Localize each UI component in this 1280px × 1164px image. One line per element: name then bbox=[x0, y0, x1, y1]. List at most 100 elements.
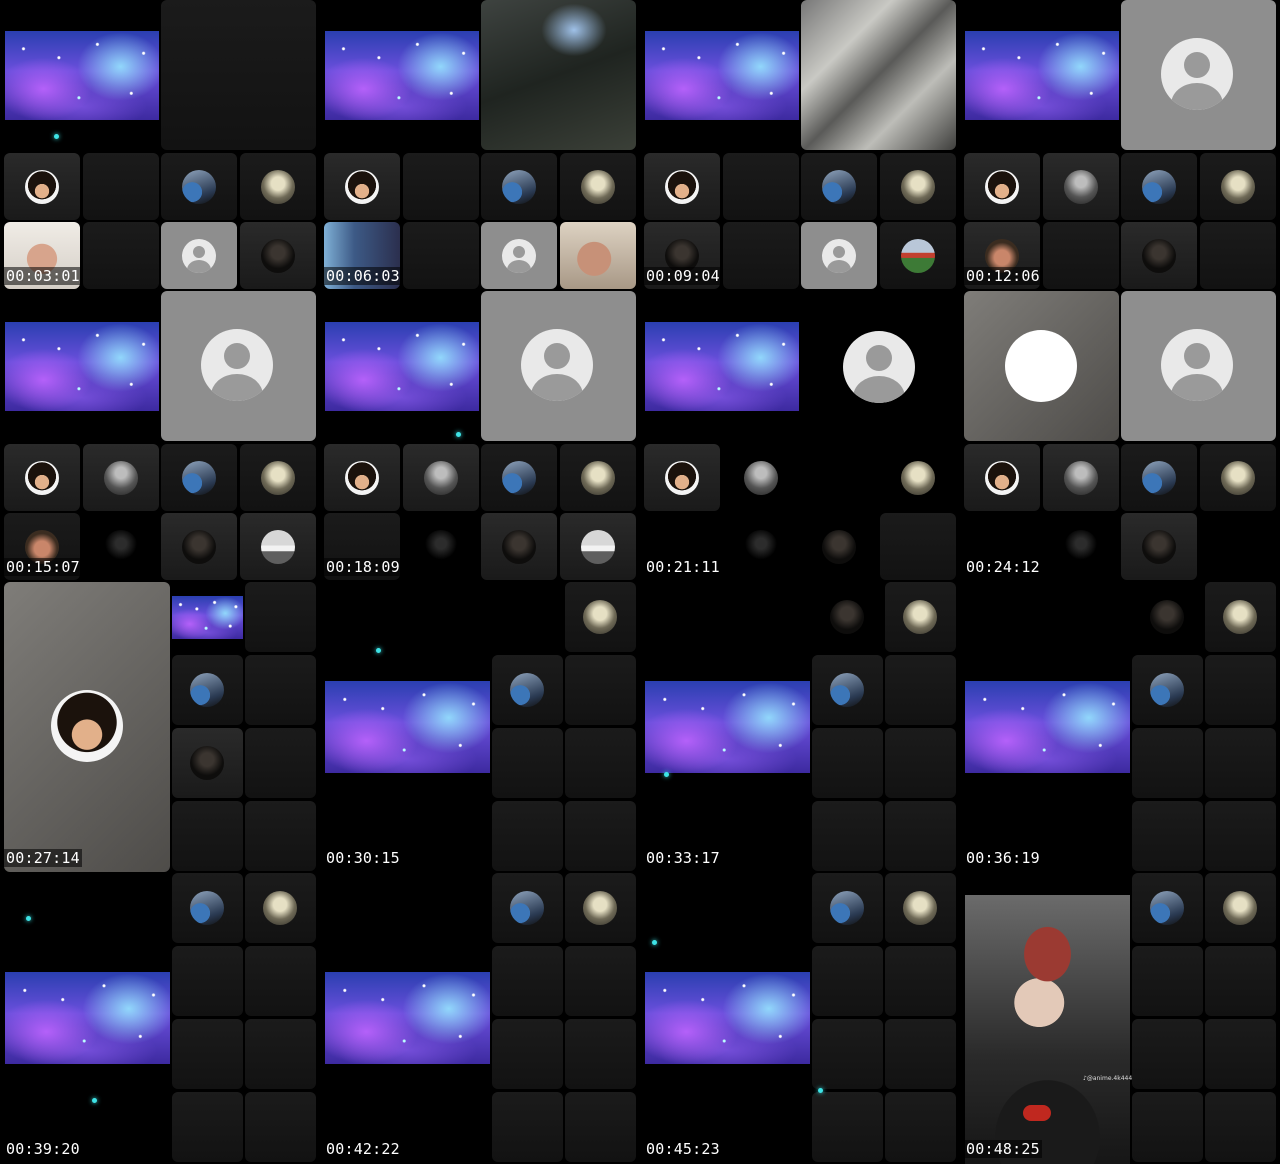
participant-tile[interactable] bbox=[801, 222, 877, 289]
participant-tile[interactable] bbox=[161, 444, 237, 511]
participant-tile[interactable] bbox=[240, 222, 316, 289]
participant-tile[interactable] bbox=[812, 655, 883, 725]
participant-tile[interactable] bbox=[1043, 513, 1119, 580]
participant-tile[interactable] bbox=[481, 222, 557, 289]
participant-tile[interactable] bbox=[885, 582, 956, 652]
participant-tile[interactable] bbox=[644, 153, 720, 220]
participant-tile[interactable] bbox=[245, 801, 316, 871]
participant-tile[interactable] bbox=[492, 728, 563, 798]
participant-tile[interactable] bbox=[723, 513, 799, 580]
participant-tile[interactable] bbox=[161, 153, 237, 220]
participant-tile[interactable] bbox=[4, 444, 80, 511]
participant-tile[interactable] bbox=[565, 946, 636, 1016]
participant-tile[interactable] bbox=[880, 513, 956, 580]
participant-tile[interactable] bbox=[1205, 873, 1276, 943]
participant-tile[interactable] bbox=[403, 222, 479, 289]
participant-tile[interactable] bbox=[1132, 582, 1203, 652]
participant-tile[interactable] bbox=[812, 582, 883, 652]
participant-tile[interactable] bbox=[560, 513, 636, 580]
participant-tile[interactable] bbox=[885, 946, 956, 1016]
participant-tile[interactable] bbox=[812, 1092, 883, 1162]
participant-tile[interactable] bbox=[161, 291, 316, 441]
participant-tile[interactable] bbox=[723, 153, 799, 220]
participant-tile[interactable] bbox=[481, 444, 557, 511]
participant-tile[interactable] bbox=[83, 222, 159, 289]
participant-tile[interactable] bbox=[492, 1092, 563, 1162]
participant-tile[interactable] bbox=[565, 873, 636, 943]
participant-tile[interactable] bbox=[1132, 655, 1203, 725]
participant-tile[interactable] bbox=[324, 444, 400, 511]
participant-tile[interactable] bbox=[1200, 444, 1276, 511]
participant-tile[interactable] bbox=[245, 946, 316, 1016]
participant-tile[interactable] bbox=[492, 801, 563, 871]
participant-tile[interactable] bbox=[1121, 444, 1197, 511]
participant-tile[interactable] bbox=[565, 801, 636, 871]
participant-tile[interactable] bbox=[565, 728, 636, 798]
participant-tile[interactable] bbox=[481, 153, 557, 220]
participant-tile[interactable] bbox=[161, 513, 237, 580]
participant-tile[interactable] bbox=[565, 655, 636, 725]
participant-tile[interactable] bbox=[1132, 1019, 1203, 1089]
participant-tile[interactable] bbox=[481, 513, 557, 580]
participant-tile[interactable] bbox=[880, 444, 956, 511]
participant-tile[interactable] bbox=[240, 513, 316, 580]
participant-tile[interactable] bbox=[492, 946, 563, 1016]
participant-tile[interactable] bbox=[172, 946, 243, 1016]
participant-tile[interactable] bbox=[481, 291, 636, 441]
participant-tile[interactable] bbox=[492, 655, 563, 725]
participant-tile[interactable] bbox=[565, 582, 636, 652]
participant-tile[interactable] bbox=[1043, 153, 1119, 220]
participant-tile[interactable] bbox=[161, 222, 237, 289]
participant-tile[interactable] bbox=[644, 444, 720, 511]
participant-tile[interactable] bbox=[492, 873, 563, 943]
participant-tile[interactable] bbox=[1121, 153, 1197, 220]
participant-tile[interactable] bbox=[964, 153, 1040, 220]
participant-tile[interactable] bbox=[1205, 1092, 1276, 1162]
participant-tile[interactable] bbox=[1205, 801, 1276, 871]
participant-tile[interactable] bbox=[1121, 513, 1197, 580]
participant-tile[interactable] bbox=[172, 728, 243, 798]
participant-tile[interactable] bbox=[83, 513, 159, 580]
participant-tile[interactable] bbox=[4, 582, 170, 872]
participant-tile[interactable] bbox=[161, 0, 316, 150]
participant-tile[interactable] bbox=[1205, 655, 1276, 725]
participant-tile[interactable] bbox=[245, 655, 316, 725]
participant-tile[interactable] bbox=[812, 946, 883, 1016]
participant-tile[interactable] bbox=[1043, 222, 1119, 289]
participant-tile[interactable] bbox=[1205, 728, 1276, 798]
participant-tile[interactable] bbox=[812, 873, 883, 943]
participant-tile[interactable] bbox=[1132, 801, 1203, 871]
participant-tile[interactable] bbox=[403, 513, 479, 580]
participant-tile[interactable] bbox=[1132, 728, 1203, 798]
participant-tile[interactable] bbox=[885, 1092, 956, 1162]
participant-tile[interactable] bbox=[1121, 0, 1276, 150]
participant-tile[interactable] bbox=[172, 801, 243, 871]
participant-video[interactable] bbox=[481, 0, 636, 150]
participant-tile[interactable] bbox=[885, 873, 956, 943]
participant-tile[interactable] bbox=[560, 444, 636, 511]
participant-tile[interactable] bbox=[885, 801, 956, 871]
participant-tile[interactable] bbox=[801, 513, 877, 580]
participant-tile[interactable] bbox=[4, 153, 80, 220]
participant-video[interactable] bbox=[560, 222, 636, 289]
participant-tile[interactable] bbox=[880, 153, 956, 220]
participant-tile[interactable] bbox=[492, 582, 563, 652]
participant-tile[interactable] bbox=[1205, 1019, 1276, 1089]
participant-tile[interactable] bbox=[245, 873, 316, 943]
participant-tile[interactable] bbox=[1132, 1092, 1203, 1162]
participant-tile[interactable] bbox=[964, 291, 1119, 441]
participant-tile[interactable] bbox=[172, 1019, 243, 1089]
participant-tile[interactable] bbox=[1132, 873, 1203, 943]
participant-tile[interactable] bbox=[172, 873, 243, 943]
participant-tile[interactable] bbox=[1205, 582, 1276, 652]
participant-tile[interactable] bbox=[1121, 291, 1276, 441]
participant-tile[interactable] bbox=[1121, 222, 1197, 289]
participant-tile[interactable] bbox=[1200, 513, 1276, 580]
participant-tile[interactable] bbox=[885, 1019, 956, 1089]
participant-tile[interactable] bbox=[801, 444, 877, 511]
participant-tile[interactable] bbox=[240, 444, 316, 511]
participant-tile[interactable] bbox=[403, 444, 479, 511]
participant-tile[interactable] bbox=[812, 1019, 883, 1089]
participant-tile[interactable] bbox=[245, 1092, 316, 1162]
participant-tile[interactable] bbox=[240, 153, 316, 220]
